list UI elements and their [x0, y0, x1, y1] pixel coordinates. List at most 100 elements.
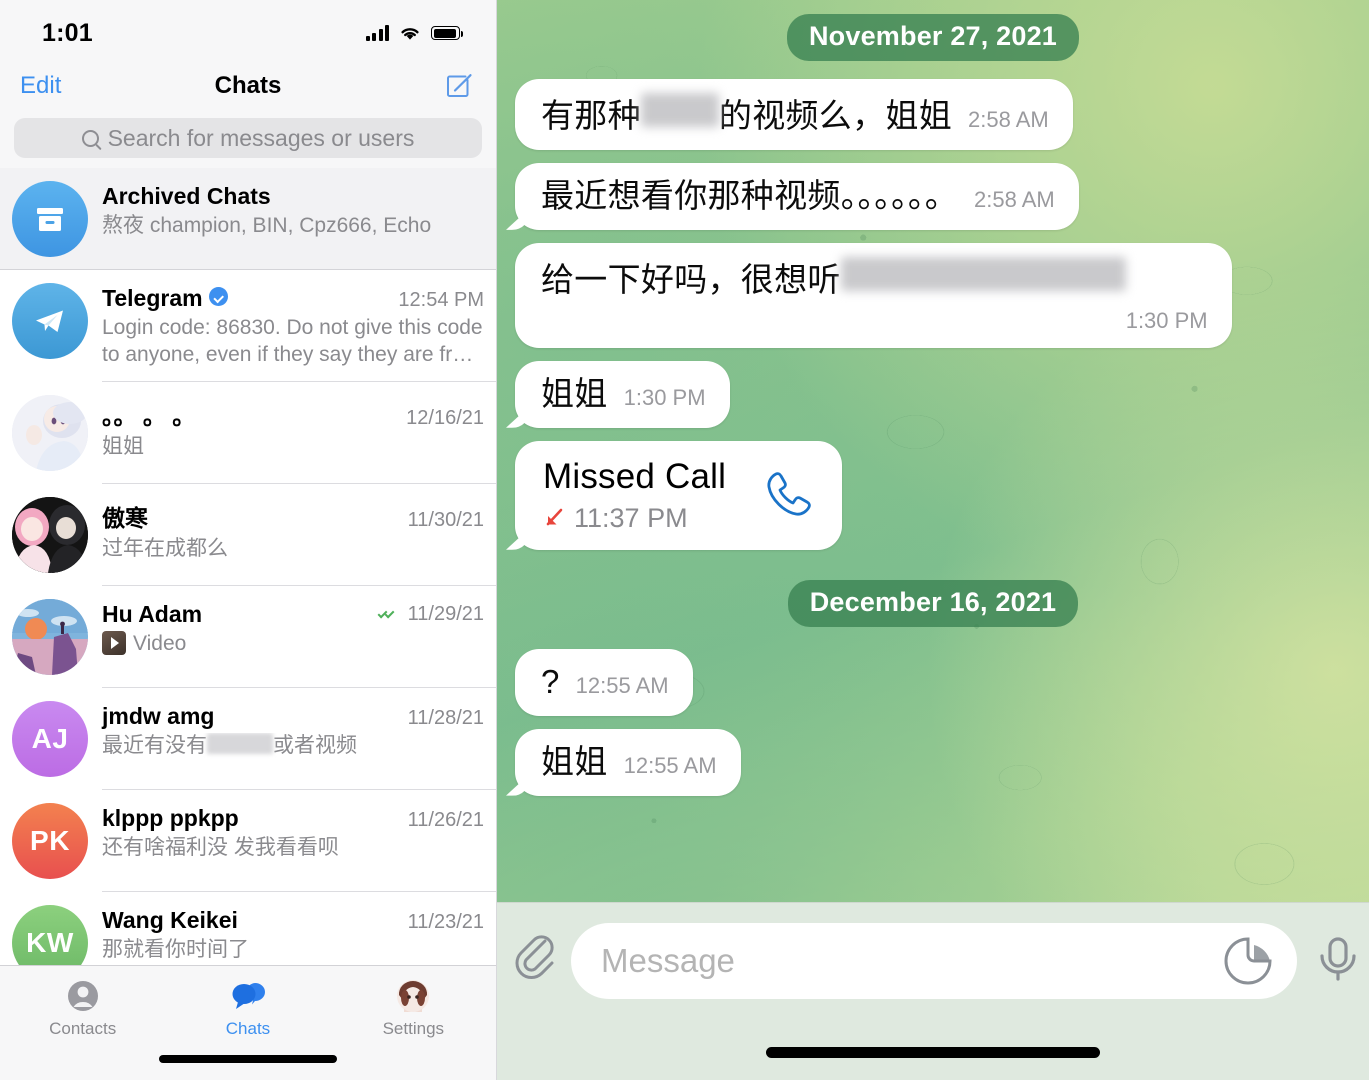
chat-list-panel: 1:01 Edit Chats Search for messages or u…: [0, 0, 497, 1080]
avatar-photo-anime-pair: [12, 496, 88, 573]
message-time: 1:30 PM: [1125, 307, 1208, 333]
list-item-header: Wang Keikei 11/23/21: [102, 907, 484, 934]
tab-settings[interactable]: Settings: [343, 976, 483, 1039]
wifi-icon: [401, 28, 419, 40]
list-item-header: jmdw amg 11/28/21: [102, 703, 484, 730]
chat-time: 11/23/21: [407, 910, 484, 933]
list-item[interactable]: KW Wang Keikei 11/23/21 那就看你时间了: [0, 892, 496, 965]
tab-contacts[interactable]: Contacts: [13, 976, 153, 1039]
chat-time: 12/16/21: [406, 406, 484, 429]
message-time: 12:55 AM: [575, 672, 669, 698]
search-container: Search for messages or users: [0, 114, 496, 168]
avatar: KW: [12, 904, 88, 965]
tab-chats[interactable]: Chats: [178, 976, 318, 1039]
list-item[interactable]: 。。 。 。 12/16/21 姐姐: [0, 382, 496, 484]
tab-label: Chats: [225, 1019, 271, 1038]
search-input[interactable]: Search for messages or users: [14, 118, 482, 158]
chat-name: 。。 。 。: [102, 402, 196, 429]
chat-name: Wang Keikei: [102, 906, 238, 933]
list-item[interactable]: Hu Adam 11/29/21 Video: [0, 586, 496, 688]
message-list[interactable]: November 27, 2021 有那种 的视频么，姐姐 2:58 AM 最近想…: [497, 0, 1369, 902]
list-item-header: Telegram 12:54 PM: [102, 285, 484, 312]
cellular-bars-icon: [365, 25, 389, 41]
list-item[interactable]: AJ jmdw amg 11/28/21 最近有没有 或者视频: [0, 688, 496, 790]
chat-preview-before: 最近有没有: [102, 733, 207, 757]
message-row[interactable]: Missed Call 11:37 PM: [497, 440, 1369, 550]
list-item-body: Archived Chats 熬夜 champion, BIN, Cpz666,…: [102, 181, 484, 240]
message-text: ?: [541, 662, 560, 700]
archive-box-icon: [37, 208, 63, 231]
chat-preview: 过年在成都么: [102, 536, 228, 560]
redacted-text: [640, 93, 719, 127]
chat-time: 11/29/21: [407, 603, 484, 626]
chat-preview: 还有啥福利没 发我看看呗: [102, 835, 339, 859]
message-time: 1:30 PM: [623, 384, 706, 410]
message-row[interactable]: 最近想看你那种视频。。。。。。 2:58 AM: [497, 162, 1369, 230]
list-item[interactable]: PK klppp ppkpp 11/26/21 还有啥福利没 发我看看呗: [0, 790, 496, 892]
message-row[interactable]: 姐姐 12:55 AM: [497, 728, 1369, 796]
message-text-before: 有那种: [541, 97, 641, 134]
paperclip-icon[interactable]: [497, 923, 571, 979]
message-row[interactable]: 姐姐 1:30 PM: [497, 360, 1369, 428]
avatar-initials: KW: [26, 926, 74, 958]
battery-icon: [431, 26, 463, 40]
chat-name: Telegram: [102, 285, 203, 311]
chats-bubbles-icon: [178, 976, 318, 1016]
phone-icon[interactable]: [760, 467, 816, 523]
contacts-person-icon: [13, 976, 153, 1016]
list-item-header: 。。 。 。 12/16/21: [102, 397, 484, 431]
avatar: [12, 283, 88, 359]
message-row[interactable]: 给一下好吗，很想听 1:30 PM: [497, 242, 1369, 348]
message-bubble[interactable]: ? 12:55 AM: [515, 648, 693, 716]
list-item-body: Hu Adam 11/29/21 Video: [102, 599, 484, 658]
chat-preview: Login code: 86830. Do not give this code…: [102, 316, 483, 366]
date-badge: November 27, 2021: [786, 14, 1080, 61]
tab-label: Settings: [382, 1019, 445, 1038]
list-item-body: 。。 。 。 12/16/21 姐姐: [102, 395, 484, 461]
chat-name: 傲寒: [102, 504, 148, 531]
message-text-after: 的视频么，姐姐: [718, 97, 953, 134]
home-indicator: [766, 1047, 1100, 1058]
message-time: 12:55 AM: [623, 752, 717, 778]
status-time: 1:01: [42, 18, 93, 47]
chat-list[interactable]: Archived Chats 熬夜 champion, BIN, Cpz666,…: [0, 168, 496, 965]
message-row[interactable]: ? 12:55 AM: [497, 648, 1369, 716]
message-placeholder: Message: [601, 942, 735, 979]
message-bubble[interactable]: 最近想看你那种视频。。。。。。 2:58 AM: [515, 162, 1079, 230]
verified-badge-icon: [208, 287, 228, 306]
avatar-photo-anime-white: [12, 394, 88, 471]
list-item-meta: 11/28/21: [398, 707, 484, 730]
chat-preview-wrapper: 最近有没有 或者视频: [102, 732, 484, 760]
avatar: AJ: [12, 700, 88, 777]
chat-preview-after: 或者视频: [273, 733, 357, 757]
video-thumb-icon: [102, 630, 126, 655]
list-item[interactable]: Telegram 12:54 PM Login code: 86830. Do …: [0, 270, 496, 382]
message-input[interactable]: Message: [571, 923, 1297, 999]
avatar-initials: PK: [30, 824, 70, 856]
message-bubble[interactable]: 有那种 的视频么，姐姐 2:58 AM: [515, 79, 1073, 150]
list-item[interactable]: Archived Chats 熬夜 champion, BIN, Cpz666,…: [0, 168, 496, 270]
missed-call-meta: 11:37 PM: [543, 503, 726, 534]
chat-name: jmdw amg: [102, 702, 215, 729]
list-item-meta: 11/23/21: [398, 911, 484, 934]
search-placeholder: Search for messages or users: [107, 124, 415, 151]
message-time: 2:58 AM: [968, 107, 1049, 132]
message-bubble[interactable]: 姐姐 12:55 AM: [515, 728, 741, 796]
list-item-header: Hu Adam 11/29/21: [102, 601, 484, 628]
compose-icon[interactable]: [444, 71, 474, 101]
status-bar: 1:01: [0, 0, 496, 58]
missed-call-title: Missed Call: [543, 456, 727, 496]
list-item[interactable]: 傲寒 11/30/21 过年在成都么: [0, 484, 496, 586]
message-bubble[interactable]: 姐姐 1:30 PM: [515, 360, 730, 428]
list-item-meta: 12/16/21: [396, 407, 484, 430]
sticker-icon[interactable]: [1221, 934, 1275, 988]
conversation-panel: November 27, 2021 有那种 的视频么，姐姐 2:58 AM 最近想…: [497, 0, 1369, 1080]
missed-call-bubble[interactable]: Missed Call 11:37 PM: [515, 440, 843, 550]
message-bubble[interactable]: 给一下好吗，很想听 1:30 PM: [515, 242, 1232, 348]
list-item-header: klppp ppkpp 11/26/21: [102, 805, 484, 832]
message-time: 2:58 AM: [974, 186, 1055, 212]
edit-button[interactable]: Edit: [20, 72, 61, 100]
navigation-bar: Edit Chats: [0, 58, 496, 114]
message-row[interactable]: 有那种 的视频么，姐姐 2:58 AM: [497, 79, 1369, 150]
microphone-icon[interactable]: [1297, 923, 1369, 985]
